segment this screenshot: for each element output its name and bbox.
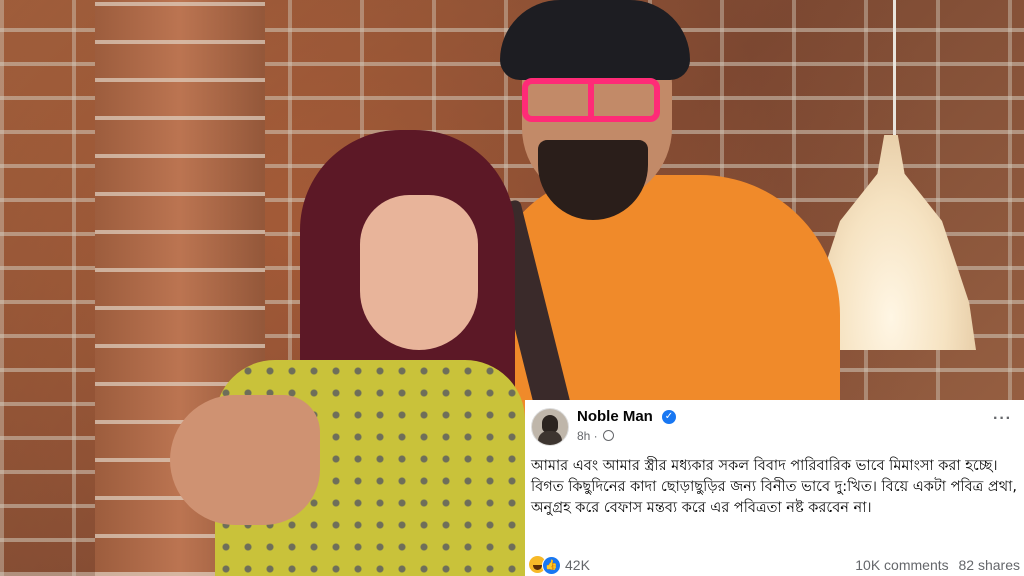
comments-count[interactable]: 10K comments xyxy=(855,557,948,573)
post-time[interactable]: 8h · xyxy=(577,429,598,443)
more-options-button[interactable]: ··· xyxy=(993,410,1012,428)
post-text: আমার এবং আমার স্ত্রীর মধ্যকার সকল বিবাদ … xyxy=(531,458,1017,516)
reaction-count[interactable]: 42K xyxy=(565,557,590,573)
verified-badge-icon: ✓ xyxy=(662,410,676,424)
pink-glasses xyxy=(522,78,660,122)
man-arm xyxy=(170,395,320,525)
lamp-cord xyxy=(893,0,896,140)
post-meta: 8h · xyxy=(577,429,615,443)
like-reaction-icon: 👍 xyxy=(542,556,561,575)
author-name[interactable]: Noble Man xyxy=(577,408,653,425)
facebook-post-card: Noble Man ✓ 8h · ··· আমার এবং আমার স্ত্র… xyxy=(525,400,1024,576)
globe-icon xyxy=(603,430,615,441)
shares-count[interactable]: 82 shares xyxy=(959,557,1020,573)
man-hat xyxy=(500,0,690,80)
woman-face xyxy=(360,195,478,350)
post-stats: 10K comments 82 shares xyxy=(849,557,1020,573)
author-avatar[interactable] xyxy=(531,408,569,446)
